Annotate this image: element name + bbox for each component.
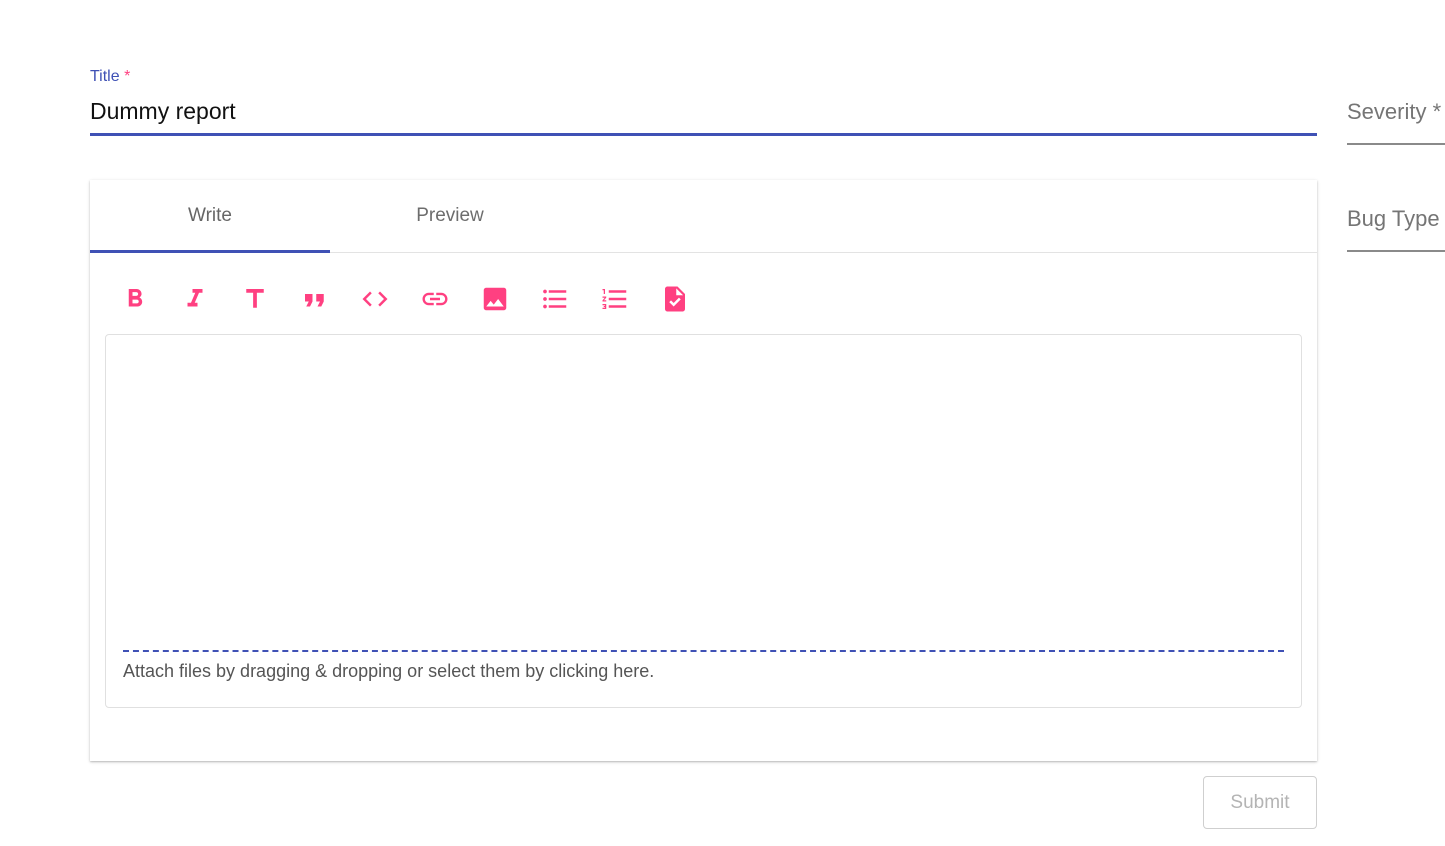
- bug-type-select[interactable]: Bug Type: [1347, 204, 1445, 252]
- attach-dropzone-border: [123, 650, 1284, 652]
- title-underline: [90, 133, 1317, 136]
- submit-button[interactable]: Submit: [1203, 776, 1317, 829]
- quote-button[interactable]: [300, 281, 330, 317]
- checklist-file-button[interactable]: [660, 281, 690, 317]
- report-form-page: Title * Severity * Bug Type Write Previe…: [0, 0, 1445, 846]
- severity-label: Severity *: [1347, 99, 1442, 124]
- quote-icon: [305, 294, 324, 307]
- severity-underline: [1347, 143, 1445, 145]
- bug-type-underline: [1347, 250, 1445, 252]
- unordered-list-button[interactable]: [540, 281, 570, 317]
- severity-select[interactable]: Severity *: [1347, 97, 1445, 145]
- bold-button[interactable]: [120, 281, 150, 317]
- ordered-list-button[interactable]: [600, 281, 630, 317]
- tab-preview[interactable]: Preview: [330, 180, 570, 252]
- ordered-list-icon: [602, 289, 627, 309]
- title-required-mark: *: [124, 68, 131, 85]
- italic-icon: [187, 289, 203, 307]
- title-label-text: Title: [90, 68, 120, 85]
- bug-type-label: Bug Type: [1347, 206, 1440, 231]
- header-icon: [246, 289, 264, 308]
- attach-files-link[interactable]: Attach files by dragging & dropping or s…: [123, 661, 654, 682]
- link-icon: [422, 292, 448, 306]
- title-input[interactable]: [90, 96, 1317, 126]
- link-button[interactable]: [420, 281, 450, 317]
- tab-write[interactable]: Write: [90, 180, 330, 252]
- code-icon: [362, 291, 388, 307]
- italic-button[interactable]: [180, 281, 210, 317]
- image-button[interactable]: [480, 281, 510, 317]
- markdown-editor-card: Write Preview Attach files by dragging &…: [90, 180, 1317, 761]
- title-field: Title *: [90, 66, 1317, 136]
- title-label: Title *: [90, 66, 1317, 88]
- code-button[interactable]: [360, 281, 390, 317]
- bold-icon: [128, 289, 143, 307]
- checklist-file-icon: [665, 286, 685, 312]
- markdown-textarea[interactable]: Attach files by dragging & dropping or s…: [105, 334, 1302, 708]
- active-tab-indicator: [90, 250, 330, 253]
- header-button[interactable]: [240, 281, 270, 317]
- unordered-list-icon: [543, 289, 567, 309]
- editor-tabs: Write Preview: [90, 180, 1317, 253]
- image-icon: [483, 287, 507, 311]
